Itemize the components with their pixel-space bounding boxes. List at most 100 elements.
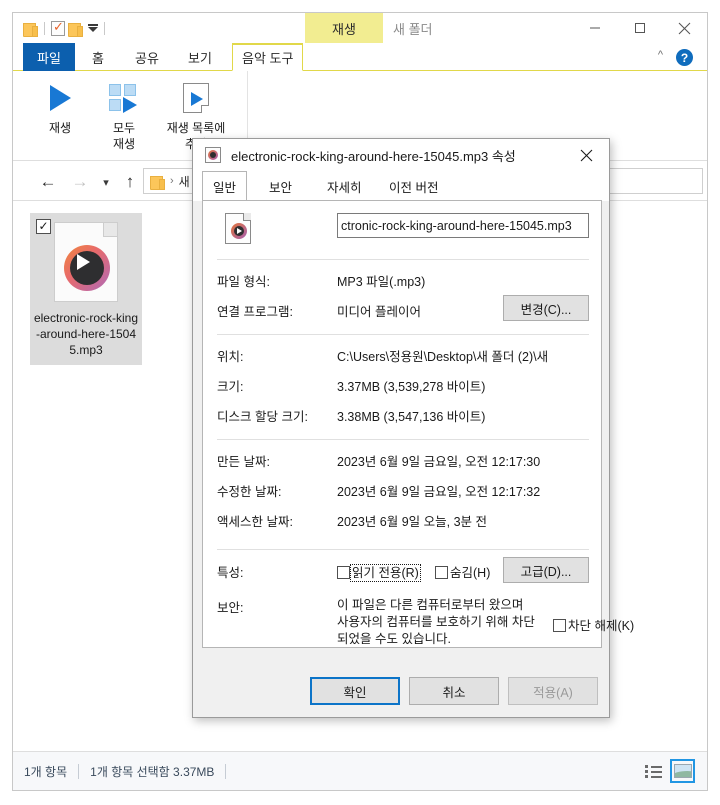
value-opens-with: 미디어 플레이어 (337, 305, 421, 319)
ok-button[interactable]: 확인 (310, 677, 400, 705)
apply-button: 적용(A) (508, 677, 598, 705)
label-security: 보안: (217, 601, 244, 615)
window-title: 새 폴더 (393, 21, 433, 37)
tab-music-tools[interactable]: 음악 도구 (232, 43, 304, 71)
status-divider-2 (225, 763, 227, 779)
value-created: 2023년 6월 9일 금요일, 오전 12:17:30 (337, 455, 541, 469)
security-line-1: 이 파일은 다른 컴퓨터로부터 왔으며 (337, 598, 524, 612)
explorer-titlebar: 재생 새 폴더 (13, 13, 707, 43)
value-modified: 2023년 6월 9일 금요일, 오전 12:17:32 (337, 485, 541, 499)
forward-arrow-icon[interactable]: → (69, 171, 91, 193)
advanced-button-label: 고급(D)... (520, 564, 572, 579)
details-view-button[interactable] (641, 759, 666, 783)
advanced-button[interactable]: 고급(D)... (503, 557, 589, 583)
view-mode-buttons (641, 759, 695, 783)
properties-checkmark-icon[interactable] (51, 19, 65, 36)
unblock-checkbox[interactable]: 차단 해제(K) (553, 615, 634, 634)
media-file-icon (205, 147, 221, 163)
security-description: 이 파일은 다른 컴퓨터로부터 왔으며 사용자의 컴퓨터를 보호하기 위해 차단… (337, 597, 547, 648)
value-accessed: 2023년 6월 9일 오늘, 3분 전 (337, 515, 488, 529)
dialog-buttons: 확인 취소 적용(A) (193, 677, 609, 705)
label-location: 위치: (217, 350, 244, 364)
dialog-general-panel: ctronic-rock-king-around-here-15045.mp3 … (202, 200, 634, 648)
recent-locations-icon[interactable]: ▾ (95, 171, 117, 193)
breadcrumb-separator: › (170, 175, 174, 187)
hidden-checkbox-label: 숨김(H) (450, 566, 491, 580)
hidden-checkbox-box (435, 566, 448, 579)
label-size: 크기: (217, 380, 244, 394)
hidden-checkbox[interactable]: 숨김(H) (435, 562, 490, 581)
minimize-icon[interactable] (572, 13, 617, 43)
large-icons-view-icon (673, 764, 692, 778)
details-view-icon (645, 764, 662, 778)
ribbon-label-play-all: 모두 재생 (112, 121, 136, 151)
security-line-3: 되었을 수도 있습니다. (337, 632, 451, 646)
status-bar: 1개 항목 1개 항목 선택함 3.37MB (13, 751, 707, 790)
label-size-on-disk: 디스크 할당 크기: (217, 410, 308, 424)
quick-access-toolbar (23, 18, 108, 38)
tab-general[interactable]: 일반 (202, 171, 248, 201)
value-location: C:\Users\정용원\Desktop\새 폴더 (2)\새 (337, 350, 549, 364)
cancel-button[interactable]: 취소 (409, 677, 499, 705)
value-file-type: MP3 파일(.mp3) (337, 275, 426, 289)
ribbon-button-play[interactable]: 재생 (31, 77, 89, 136)
filename-input[interactable]: ctronic-rock-king-around-here-15045.mp3 (337, 213, 589, 238)
media-file-icon (54, 222, 118, 302)
divider-1 (217, 259, 589, 260)
label-accessed: 액세스한 날짜: (217, 515, 293, 529)
unblock-checkbox-label: 차단 해제(K) (568, 619, 635, 633)
list-item[interactable]: ✓ electronic-rock-king-around-here-15045… (30, 213, 142, 365)
qat-divider (44, 21, 45, 35)
tab-previous-versions[interactable]: 이전 버전 (379, 171, 448, 201)
help-icon[interactable]: ? (676, 49, 693, 66)
ribbon-tabstrip: 파일 홈 공유 보기 음악 도구 ^ ? (13, 43, 707, 71)
readonly-checkbox-label: 읽기 전용(R) (350, 564, 421, 582)
label-file-type: 파일 형식: (217, 275, 270, 289)
tab-view[interactable]: 보기 (179, 43, 221, 71)
back-arrow-icon[interactable]: ← (37, 171, 59, 193)
readonly-checkbox[interactable]: 읽기 전용(R) (337, 562, 421, 582)
tab-file[interactable]: 파일 (23, 43, 75, 71)
value-size-on-disk: 3.38MB (3,547,136 바이트) (337, 410, 486, 424)
tab-share[interactable]: 공유 (126, 43, 168, 71)
folder-icon[interactable] (23, 22, 38, 37)
up-arrow-icon[interactable]: ↑ (119, 171, 141, 193)
qat-divider-2 (104, 21, 105, 35)
tab-home[interactable]: 홈 (83, 43, 113, 71)
change-button[interactable]: 변경(C)... (503, 295, 589, 321)
maximize-icon[interactable] (617, 13, 662, 43)
large-icons-view-button[interactable] (670, 759, 695, 783)
label-modified: 수정한 날짜: (217, 485, 282, 499)
divider-4 (217, 549, 589, 550)
new-folder-icon[interactable] (68, 22, 83, 37)
breadcrumb-folder-icon (150, 175, 165, 190)
dialog-tabstrip: 일반 보안 자세히 이전 버전 (193, 171, 609, 201)
caption-buttons (572, 13, 707, 43)
status-item-count: 1개 항목 (24, 764, 68, 779)
chevron-down-icon[interactable] (86, 24, 98, 32)
media-file-icon (225, 213, 251, 244)
list-item-label: electronic-rock-king-around-here-15045.m… (33, 311, 139, 357)
security-line-2: 사용자의 컴퓨터를 보호하기 위해 차단 (337, 615, 535, 629)
divider-3 (217, 439, 589, 440)
add-to-playlist-icon (183, 81, 209, 115)
close-icon[interactable] (563, 139, 609, 171)
tab-security[interactable]: 보안 (259, 171, 302, 201)
change-button-label: 변경(C)... (520, 302, 572, 317)
chevron-up-icon[interactable]: ^ (658, 49, 663, 61)
ribbon-button-play-all[interactable]: 모두 재생 (95, 77, 153, 152)
ribbon-label-play: 재생 (48, 121, 72, 135)
play-icon (49, 81, 71, 115)
contextual-tab-header-play[interactable]: 재생 (305, 13, 383, 43)
status-selection: 1개 항목 선택함 3.37MB (90, 764, 215, 779)
divider-2 (217, 334, 589, 335)
dialog-titlebar: electronic-rock-king-around-here-15045.m… (193, 139, 609, 171)
dialog-title: electronic-rock-king-around-here-15045.m… (231, 148, 516, 164)
label-opens-with: 연결 프로그램: (217, 305, 293, 319)
label-attributes: 특성: (217, 566, 244, 580)
unblock-checkbox-box (553, 619, 566, 632)
properties-dialog: electronic-rock-king-around-here-15045.m… (192, 138, 634, 718)
close-icon[interactable] (662, 13, 707, 43)
file-select-checkbox[interactable]: ✓ (36, 219, 51, 234)
tab-details[interactable]: 자세히 (317, 171, 372, 201)
